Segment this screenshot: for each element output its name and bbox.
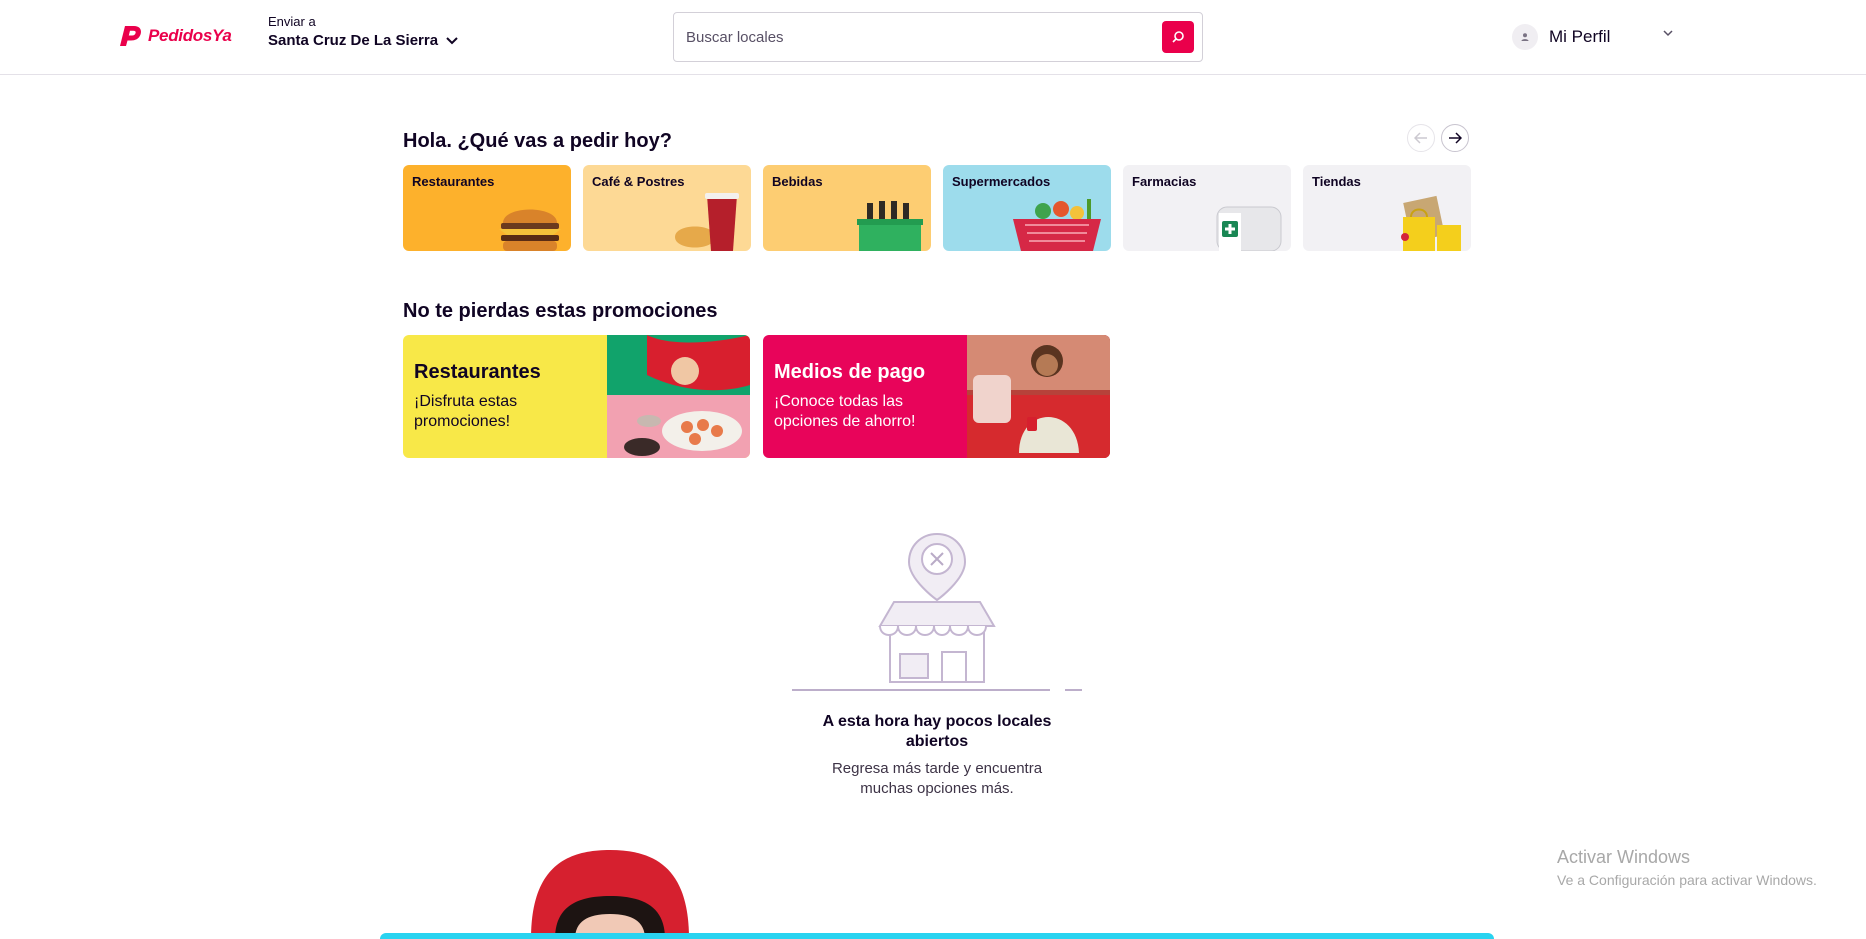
- promo-subtitle: ¡Conoce todas las opciones de ahorro!: [774, 393, 916, 430]
- logo-icon: [120, 26, 141, 46]
- promo-banner-medios-de-pago[interactable]: Medios de pago ¡Conoce todas las opcione…: [763, 335, 1110, 458]
- chevron-down-icon: [1663, 30, 1673, 37]
- brand-name: PedidosYa: [148, 26, 232, 45]
- search-input[interactable]: [686, 26, 1126, 48]
- chevron-down-icon: [446, 36, 458, 44]
- top-header: PedidosYa Enviar a Santa Cruz De La Sier…: [0, 0, 1866, 75]
- search-icon: [1172, 31, 1184, 43]
- carousel-next-button[interactable]: [1441, 124, 1469, 152]
- watermark-title: Activar Windows: [1557, 847, 1691, 867]
- promo-title: Restaurantes: [414, 361, 541, 383]
- pedidosya-logo[interactable]: PedidosYa: [116, 22, 232, 50]
- windows-activation-watermark: Activar Windows Ve a Configuración para …: [1557, 847, 1817, 888]
- empty-state-title: A esta hora hay pocos locales abiertos: [822, 713, 1052, 750]
- promo-subtitle: ¡Disfruta estas promociones!: [414, 393, 518, 430]
- carousel-prev-button[interactable]: [1407, 124, 1435, 152]
- beer-pack-icon: [857, 201, 923, 251]
- coffee-cup-icon: [675, 193, 739, 251]
- category-label: Bebidas: [772, 174, 823, 189]
- category-card-bebidas[interactable]: Bebidas: [763, 165, 931, 251]
- closed-store-illustration: [792, 532, 1082, 691]
- search-bar: [673, 12, 1203, 62]
- shopping-basket-icon: [1013, 199, 1101, 251]
- category-label: Farmacias: [1132, 174, 1197, 189]
- category-card-supermercados[interactable]: Supermercados: [943, 165, 1111, 251]
- address-value: Santa Cruz De La Sierra: [268, 32, 439, 49]
- first-aid-kit-icon: [1216, 206, 1282, 251]
- profile-name: Mi Perfil: [1549, 27, 1611, 46]
- empty-state-subtitle: Regresa más tarde y encuentra muchas opc…: [831, 760, 1043, 797]
- hero-person-illustration: [531, 850, 689, 939]
- promo-banner-restaurantes[interactable]: Restaurantes ¡Disfruta estas promociones…: [403, 335, 750, 458]
- category-label: Supermercados: [952, 174, 1051, 189]
- category-carousel: Restaurantes Café & Postres Bebidas Supe…: [403, 165, 1471, 251]
- woman-with-phone-photo: [967, 335, 1110, 458]
- promo-title: Medios de pago: [774, 361, 926, 383]
- arrow-right-icon: [1449, 132, 1462, 144]
- category-card-restaurantes[interactable]: Restaurantes: [403, 165, 571, 251]
- category-label: Restaurantes: [412, 174, 495, 189]
- bottom-banner-strip: [380, 933, 1494, 939]
- watermark-subtitle: Ve a Configuración para activar Windows.: [1557, 872, 1817, 888]
- burger-icon: [499, 209, 561, 251]
- category-card-farmacias[interactable]: Farmacias: [1123, 165, 1291, 251]
- sushi-photo: [607, 335, 750, 458]
- search-button[interactable]: [1162, 21, 1194, 53]
- greeting-title: Hola. ¿Qué vas a pedir hoy?: [403, 130, 672, 152]
- address-label: Enviar a: [268, 14, 316, 29]
- category-card-cafe-postres[interactable]: Café & Postres: [583, 165, 751, 251]
- delivery-address-selector[interactable]: Enviar a Santa Cruz De La Sierra: [268, 14, 458, 49]
- category-card-tiendas[interactable]: Tiendas: [1303, 165, 1471, 251]
- category-label: Café & Postres: [592, 174, 685, 189]
- shopping-bags-icon: [1401, 195, 1461, 251]
- category-label: Tiendas: [1312, 174, 1361, 189]
- user-avatar-icon: [1512, 24, 1538, 50]
- promotions-title: No te pierdas estas promociones: [403, 300, 718, 322]
- arrow-left-icon: [1414, 132, 1427, 144]
- profile-menu[interactable]: Mi Perfil: [1512, 24, 1673, 50]
